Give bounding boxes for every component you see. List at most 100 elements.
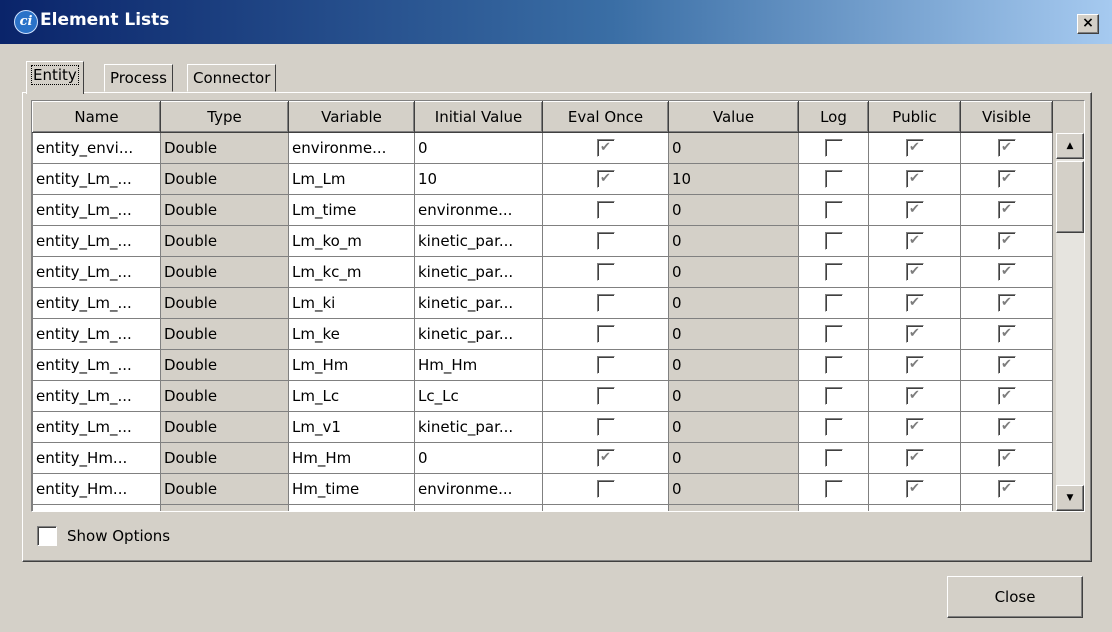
initial-cell[interactable]: 0 [414,442,543,474]
variable-cell[interactable]: Lm_ki [288,287,415,319]
log-checkbox[interactable] [824,263,843,282]
initial-cell[interactable]: Lc_Lc [414,380,543,412]
column-header-variable[interactable]: Variable [288,101,415,133]
public-checkbox[interactable]: ✔ [905,480,924,499]
eval-once-checkbox[interactable] [596,294,615,313]
variable-cell[interactable]: environme... [288,132,415,164]
type-cell[interactable]: Double [160,473,289,505]
log-checkbox[interactable] [824,294,843,313]
value-cell[interactable]: 0 [668,504,799,511]
initial-cell[interactable]: kinetic_par... [414,411,543,443]
variable-cell[interactable]: Lm_kc_m [288,256,415,288]
eval-once-checkbox[interactable] [596,232,615,251]
name-cell[interactable]: entity_Hm... [32,504,161,511]
type-cell[interactable]: Double [160,225,289,257]
value-cell[interactable]: 0 [668,287,799,319]
column-header-eval-once[interactable]: Eval Once [542,101,669,133]
type-cell[interactable]: Double [160,194,289,226]
log-checkbox[interactable] [824,170,843,189]
name-cell[interactable]: entity_Lm_... [32,256,161,288]
visible-checkbox[interactable]: ✔ [997,201,1016,220]
column-header-log[interactable]: Log [798,101,869,133]
name-cell[interactable]: entity_Lm_... [32,194,161,226]
variable-cell[interactable]: Lm_Lc [288,380,415,412]
value-cell[interactable]: 10 [668,163,799,195]
public-checkbox[interactable]: ✔ [905,294,924,313]
visible-checkbox[interactable]: ✔ [997,139,1016,158]
initial-cell[interactable]: kinetic_par... [414,504,543,511]
value-cell[interactable]: 0 [668,132,799,164]
name-cell[interactable]: entity_Lm_... [32,349,161,381]
variable-cell[interactable]: Lm_time [288,194,415,226]
value-cell[interactable]: 0 [668,225,799,257]
initial-cell[interactable]: environme... [414,194,543,226]
column-header-visible[interactable]: Visible [960,101,1053,133]
table-row[interactable]: entity_Lm_... Double Lm_ki kinetic_par... 0 ✔… [32,287,1053,319]
value-cell[interactable]: 0 [668,318,799,350]
visible-checkbox[interactable]: ✔ [997,294,1016,313]
log-checkbox[interactable] [824,387,843,406]
name-cell[interactable]: entity_Hm... [32,442,161,474]
visible-checkbox[interactable]: ✔ [997,449,1016,468]
show-options-checkbox[interactable] [37,526,57,546]
value-cell[interactable]: 0 [668,349,799,381]
name-cell[interactable]: entity_envi... [32,132,161,164]
type-cell[interactable]: Double [160,163,289,195]
tab-process[interactable]: Process [104,64,173,92]
visible-checkbox[interactable]: ✔ [997,356,1016,375]
public-checkbox[interactable]: ✔ [906,511,924,512]
public-checkbox[interactable]: ✔ [905,387,924,406]
table-row[interactable]: entity_Hm... Double Hm_Hm 0 ✔ 0 ✔ ✔ [32,442,1053,474]
log-checkbox[interactable] [824,418,843,437]
table-row[interactable]: entity_Lm_... Double Lm_Hm Hm_Hm 0 ✔ ✔ [32,349,1053,381]
initial-cell[interactable]: kinetic_par... [414,318,543,350]
table-row[interactable]: entity_Lm_... Double Lm_v1 kinetic_par... 0 ✔… [32,411,1053,443]
column-header-value[interactable]: Value [668,101,799,133]
value-cell[interactable]: 0 [668,442,799,474]
value-cell[interactable]: 0 [668,411,799,443]
vertical-scrollbar[interactable]: ▲ ▼ [1056,133,1084,511]
eval-once-checkbox[interactable]: ✔ [596,170,615,189]
table-row[interactable]: entity_Lm_... Double Lm_Lm 10 ✔ 10 ✔ ✔ [32,163,1053,195]
name-cell[interactable]: entity_Lm_... [32,225,161,257]
log-checkbox[interactable] [824,356,843,375]
show-options-toggle[interactable]: Show Options [37,526,170,546]
eval-once-checkbox[interactable] [596,325,615,344]
eval-once-checkbox[interactable] [596,356,615,375]
scroll-up-button[interactable]: ▲ [1056,133,1084,159]
type-cell[interactable]: Double [160,380,289,412]
table-row[interactable]: entity_Lm_... Double Lm_ke kinetic_par... 0 ✔… [32,318,1053,350]
variable-cell[interactable]: Lm_Hm [288,349,415,381]
visible-checkbox[interactable]: ✔ [997,170,1016,189]
log-checkbox[interactable] [824,325,843,344]
type-cell[interactable]: Double [160,256,289,288]
name-cell[interactable]: entity_Lm_... [32,287,161,319]
column-header-public[interactable]: Public [868,101,961,133]
name-cell[interactable]: entity_Hm... [32,473,161,505]
public-checkbox[interactable]: ✔ [905,139,924,158]
column-header-type[interactable]: Type [160,101,289,133]
public-checkbox[interactable]: ✔ [905,449,924,468]
variable-cell[interactable]: Lm_v1 [288,411,415,443]
type-cell[interactable]: Double [160,504,289,511]
visible-checkbox[interactable]: ✔ [997,325,1016,344]
eval-once-checkbox[interactable]: ✔ [596,139,615,158]
variable-cell[interactable]: Hm_time [288,473,415,505]
eval-once-checkbox[interactable] [596,201,615,220]
visible-checkbox[interactable]: ✔ [997,232,1016,251]
table-row[interactable]: entity_Lm_... Double Lm_time environme... 0 ✔… [32,194,1053,226]
value-cell[interactable]: 0 [668,473,799,505]
initial-cell[interactable]: Hm_Hm [414,349,543,381]
tab-connector[interactable]: Connector [187,64,277,92]
value-cell[interactable]: 0 [668,380,799,412]
type-cell[interactable]: Double [160,318,289,350]
variable-cell[interactable]: Hm_ko_m [288,504,415,511]
column-header-initial-value[interactable]: Initial Value [414,101,543,133]
public-checkbox[interactable]: ✔ [905,170,924,189]
tab-entity[interactable]: Entity [26,61,84,94]
eval-once-checkbox[interactable] [596,418,615,437]
visible-checkbox[interactable]: ✔ [997,263,1016,282]
table-row[interactable]: entity_Hm...DoubleHm_ko_mkinetic_par... 0… [32,504,1053,512]
name-cell[interactable]: entity_Lm_... [32,163,161,195]
initial-cell[interactable]: 10 [414,163,543,195]
